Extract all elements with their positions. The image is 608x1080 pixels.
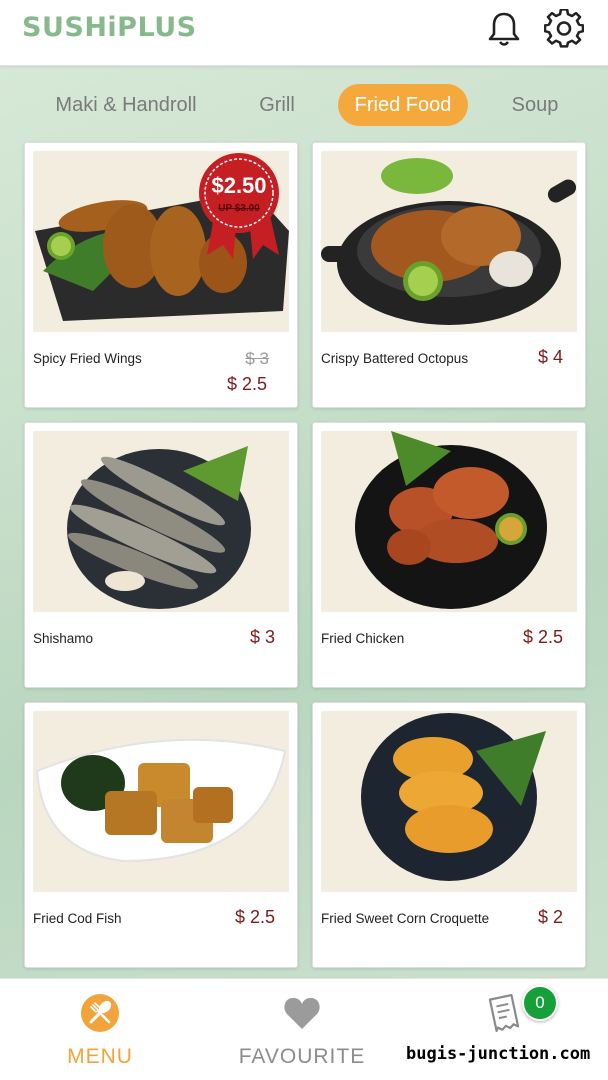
item-name: Fried Sweet Corn Croquette <box>321 911 490 926</box>
item-price: $ 2.5 <box>234 907 275 927</box>
item-price: $ 2.5 <box>522 627 563 647</box>
nav-menu-label: MENU <box>67 1045 133 1068</box>
food-photo <box>33 431 289 612</box>
tab-maki-handroll[interactable]: Maki & Handroll <box>46 84 206 126</box>
gear-icon[interactable] <box>544 9 584 49</box>
bell-icon[interactable] <box>484 9 524 49</box>
food-photo <box>321 151 577 332</box>
item-name: Shishamo <box>33 631 94 646</box>
app-logo: SUSHiPLUS <box>22 12 197 43</box>
menu-item-card[interactable]: Fried Sweet Corn Croquette $ 2 <box>312 702 586 968</box>
nav-favourite[interactable]: FAVOURITE <box>202 993 402 1069</box>
promo-badge-text: $2.50 UP $3.00 <box>193 151 285 261</box>
promo-price: $2.50 <box>211 173 267 198</box>
menu-item-card[interactable]: Fried Cod Fish $ 2.5 <box>24 702 298 968</box>
nav-favourite-label: FAVOURITE <box>238 1045 366 1068</box>
item-name: Fried Cod Fish <box>33 911 122 926</box>
receipt-icon <box>488 993 520 1033</box>
item-name: Spicy Fried Wings <box>33 351 142 366</box>
tab-grill[interactable]: Grill <box>250 84 304 126</box>
item-price: $ 4 <box>537 347 563 367</box>
item-name: Fried Chicken <box>321 631 405 646</box>
menu-item-card[interactable]: Crispy Battered Octopus $ 4 <box>312 142 586 408</box>
item-price: $ 2 <box>537 907 563 927</box>
food-photo <box>33 711 289 892</box>
menu-utensils-icon <box>81 994 119 1032</box>
item-name: Crispy Battered Octopus <box>321 351 469 366</box>
order-count-badge: 0 <box>522 985 558 1021</box>
promo-was-price: UP $3.00 <box>218 203 260 214</box>
food-photo <box>321 431 577 612</box>
tab-fried-food[interactable]: Fried Food <box>338 84 468 126</box>
item-price: $ 3 <box>249 627 275 647</box>
menu-item-card[interactable]: $2.50 UP $3.00 Spicy Fried Wings $ 3 $ 2… <box>24 142 298 408</box>
menu-item-card[interactable]: Fried Chicken $ 2.5 <box>312 422 586 688</box>
menu-item-card[interactable]: Shishamo $ 3 <box>24 422 298 688</box>
watermark-text: bugis-junction.com <box>400 1040 600 1068</box>
nav-order[interactable] <box>404 993 604 1033</box>
tab-soup[interactable]: Soup <box>502 84 568 126</box>
heart-icon <box>284 997 320 1029</box>
item-price: $ 2.5 <box>226 374 267 394</box>
food-photo <box>321 711 577 892</box>
category-tabs: Maki & Handroll Grill Fried Food Soup <box>0 84 608 128</box>
item-old-price: $ 3 <box>245 349 269 368</box>
nav-menu[interactable]: MENU <box>0 993 200 1069</box>
app-header: SUSHiPLUS <box>0 0 608 66</box>
